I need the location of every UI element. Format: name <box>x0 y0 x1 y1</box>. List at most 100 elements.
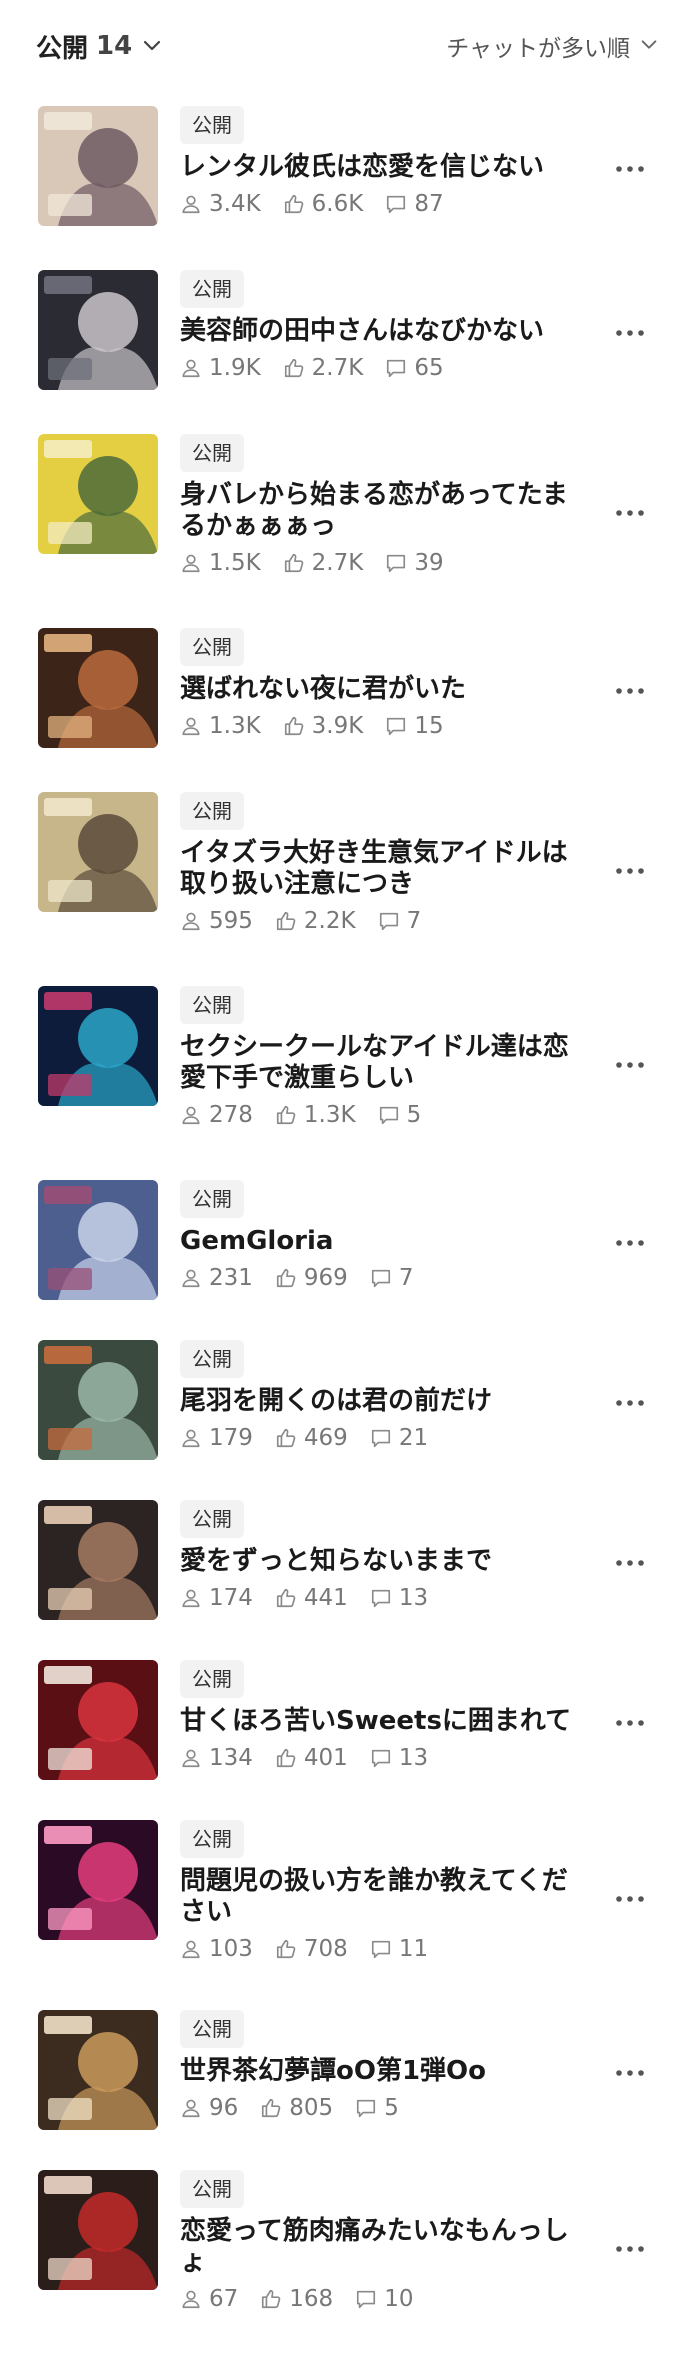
person-icon <box>180 193 202 215</box>
comment-icon <box>378 910 400 932</box>
more-options-button[interactable] <box>608 2232 652 2262</box>
more-options-button[interactable] <box>608 1882 652 1912</box>
ellipsis-icon <box>615 1888 645 1907</box>
thumbs-up-icon <box>275 1747 297 1769</box>
chat-thumbnail[interactable] <box>38 106 158 226</box>
followers-stat: 278 <box>180 1102 253 1128</box>
thumbs-up-icon <box>275 1267 297 1289</box>
visibility-badge: 公開 <box>180 1180 244 1218</box>
chat-thumbnail[interactable] <box>38 628 158 748</box>
chat-title[interactable]: 世界茶幻夢譚oO第1弾Oo <box>180 2056 590 2087</box>
comments-count: 11 <box>398 1936 429 1962</box>
comments-stat: 39 <box>385 550 444 576</box>
ellipsis-icon <box>615 322 645 341</box>
filter-label: 公開 <box>36 33 89 64</box>
visibility-badge: 公開 <box>180 792 244 830</box>
comment-icon <box>370 1267 392 1289</box>
more-options-button[interactable] <box>608 674 652 704</box>
comments-count: 65 <box>414 355 444 381</box>
chat-thumbnail[interactable] <box>38 792 158 912</box>
more-options-button[interactable] <box>608 1706 652 1736</box>
comments-count: 39 <box>414 550 444 576</box>
chat-stats: 231 969 7 <box>180 1263 435 1293</box>
chat-stats: 174 441 13 <box>180 1583 450 1613</box>
ellipsis-icon <box>615 1054 645 1073</box>
comment-icon <box>370 1587 392 1609</box>
chat-thumbnail[interactable] <box>38 1660 158 1780</box>
visibility-badge: 公開 <box>180 1340 244 1378</box>
comments-count: 15 <box>414 713 444 739</box>
chat-thumbnail[interactable] <box>38 1820 158 1940</box>
comments-count: 7 <box>398 1265 414 1291</box>
chat-thumbnail[interactable] <box>38 1180 158 1300</box>
chat-stats: 179 469 21 <box>180 1423 450 1453</box>
ellipsis-icon <box>615 158 645 177</box>
more-options-button[interactable] <box>608 496 652 526</box>
thumbs-up-icon <box>275 910 297 932</box>
chat-title[interactable]: 身バレから始まる恋があってたまるかぁぁぁっ <box>180 480 590 542</box>
chat-title[interactable]: GemGloria <box>180 1226 590 1257</box>
followers-stat: 67 <box>180 2286 238 2312</box>
followers-count: 1.3K <box>209 713 261 739</box>
ellipsis-icon <box>615 1232 645 1251</box>
followers-count: 3.4K <box>209 191 261 217</box>
ellipsis-icon <box>615 680 645 699</box>
comments-stat: 13 <box>370 1745 428 1771</box>
comments-stat: 15 <box>385 713 444 739</box>
person-icon <box>180 715 202 737</box>
chat-thumbnail[interactable] <box>38 1500 158 1620</box>
chat-stats: 595 2.2K 7 <box>180 906 443 936</box>
person-icon <box>180 1104 202 1126</box>
chat-title[interactable]: セクシークールなアイドル達は恋愛下手で激重らしい <box>180 1032 590 1094</box>
more-options-button[interactable] <box>608 1048 652 1078</box>
thumbs-up-icon <box>283 193 305 215</box>
more-options-button[interactable] <box>608 316 652 346</box>
sort-dropdown[interactable]: チャットが多い順 <box>446 26 662 66</box>
chat-title[interactable]: 選ばれない夜に君がいた <box>180 674 590 705</box>
more-options-button[interactable] <box>608 2056 652 2086</box>
more-options-button[interactable] <box>608 854 652 884</box>
person-icon <box>180 1747 202 1769</box>
chat-title[interactable]: 問題児の扱い方を誰か教えてください <box>180 1866 590 1928</box>
chat-title[interactable]: 恋愛って筋肉痛みたいなもんっしょ <box>180 2216 590 2278</box>
chat-thumbnail[interactable] <box>38 986 158 1106</box>
comments-count: 5 <box>384 2095 399 2121</box>
likes-stat: 708 <box>275 1936 348 1962</box>
followers-stat: 1.9K <box>180 355 261 381</box>
chat-title[interactable]: 尾羽を開くのは君の前だけ <box>180 1386 590 1417</box>
likes-stat: 2.7K <box>283 550 364 576</box>
chat-thumbnail[interactable] <box>38 434 158 554</box>
chat-title[interactable]: 愛をずっと知らないままで <box>180 1546 590 1577</box>
ellipsis-icon <box>615 2238 645 2257</box>
visibility-badge: 公開 <box>180 986 244 1024</box>
chat-thumbnail[interactable] <box>38 1340 158 1460</box>
comment-icon <box>370 1747 392 1769</box>
more-options-button[interactable] <box>608 1226 652 1256</box>
person-icon <box>180 2097 202 2119</box>
followers-count: 1.9K <box>209 355 261 381</box>
visibility-badge: 公開 <box>180 1660 244 1698</box>
chat-thumbnail[interactable] <box>38 2170 158 2290</box>
chat-title[interactable]: レンタル彼氏は恋愛を信じない <box>180 152 590 183</box>
ellipsis-icon <box>615 1712 645 1731</box>
more-options-button[interactable] <box>608 1386 652 1416</box>
comments-count: 13 <box>398 1745 429 1771</box>
chat-title[interactable]: イタズラ大好き生意気アイドルは取り扱い注意につき <box>180 838 590 900</box>
comments-stat: 65 <box>385 355 444 381</box>
followers-stat: 595 <box>180 908 253 934</box>
chat-title[interactable]: 美容師の田中さんはなびかない <box>180 316 590 347</box>
ellipsis-icon <box>615 2062 645 2081</box>
visibility-filter-dropdown[interactable]: 公開 14 <box>36 26 164 66</box>
chat-title[interactable]: 甘くほろ苦いSweetsに囲まれて <box>180 1706 590 1737</box>
likes-count: 2.7K <box>311 550 364 576</box>
more-options-button[interactable] <box>608 1546 652 1576</box>
chat-thumbnail[interactable] <box>38 270 158 390</box>
more-options-button[interactable] <box>608 152 652 182</box>
person-icon <box>180 910 202 932</box>
chat-thumbnail[interactable] <box>38 2010 158 2130</box>
chat-stats: 96 805 5 <box>180 2093 421 2123</box>
comments-count: 87 <box>414 191 444 217</box>
followers-count: 96 <box>209 2095 239 2121</box>
thumbs-up-icon <box>260 2097 282 2119</box>
person-icon <box>180 357 202 379</box>
